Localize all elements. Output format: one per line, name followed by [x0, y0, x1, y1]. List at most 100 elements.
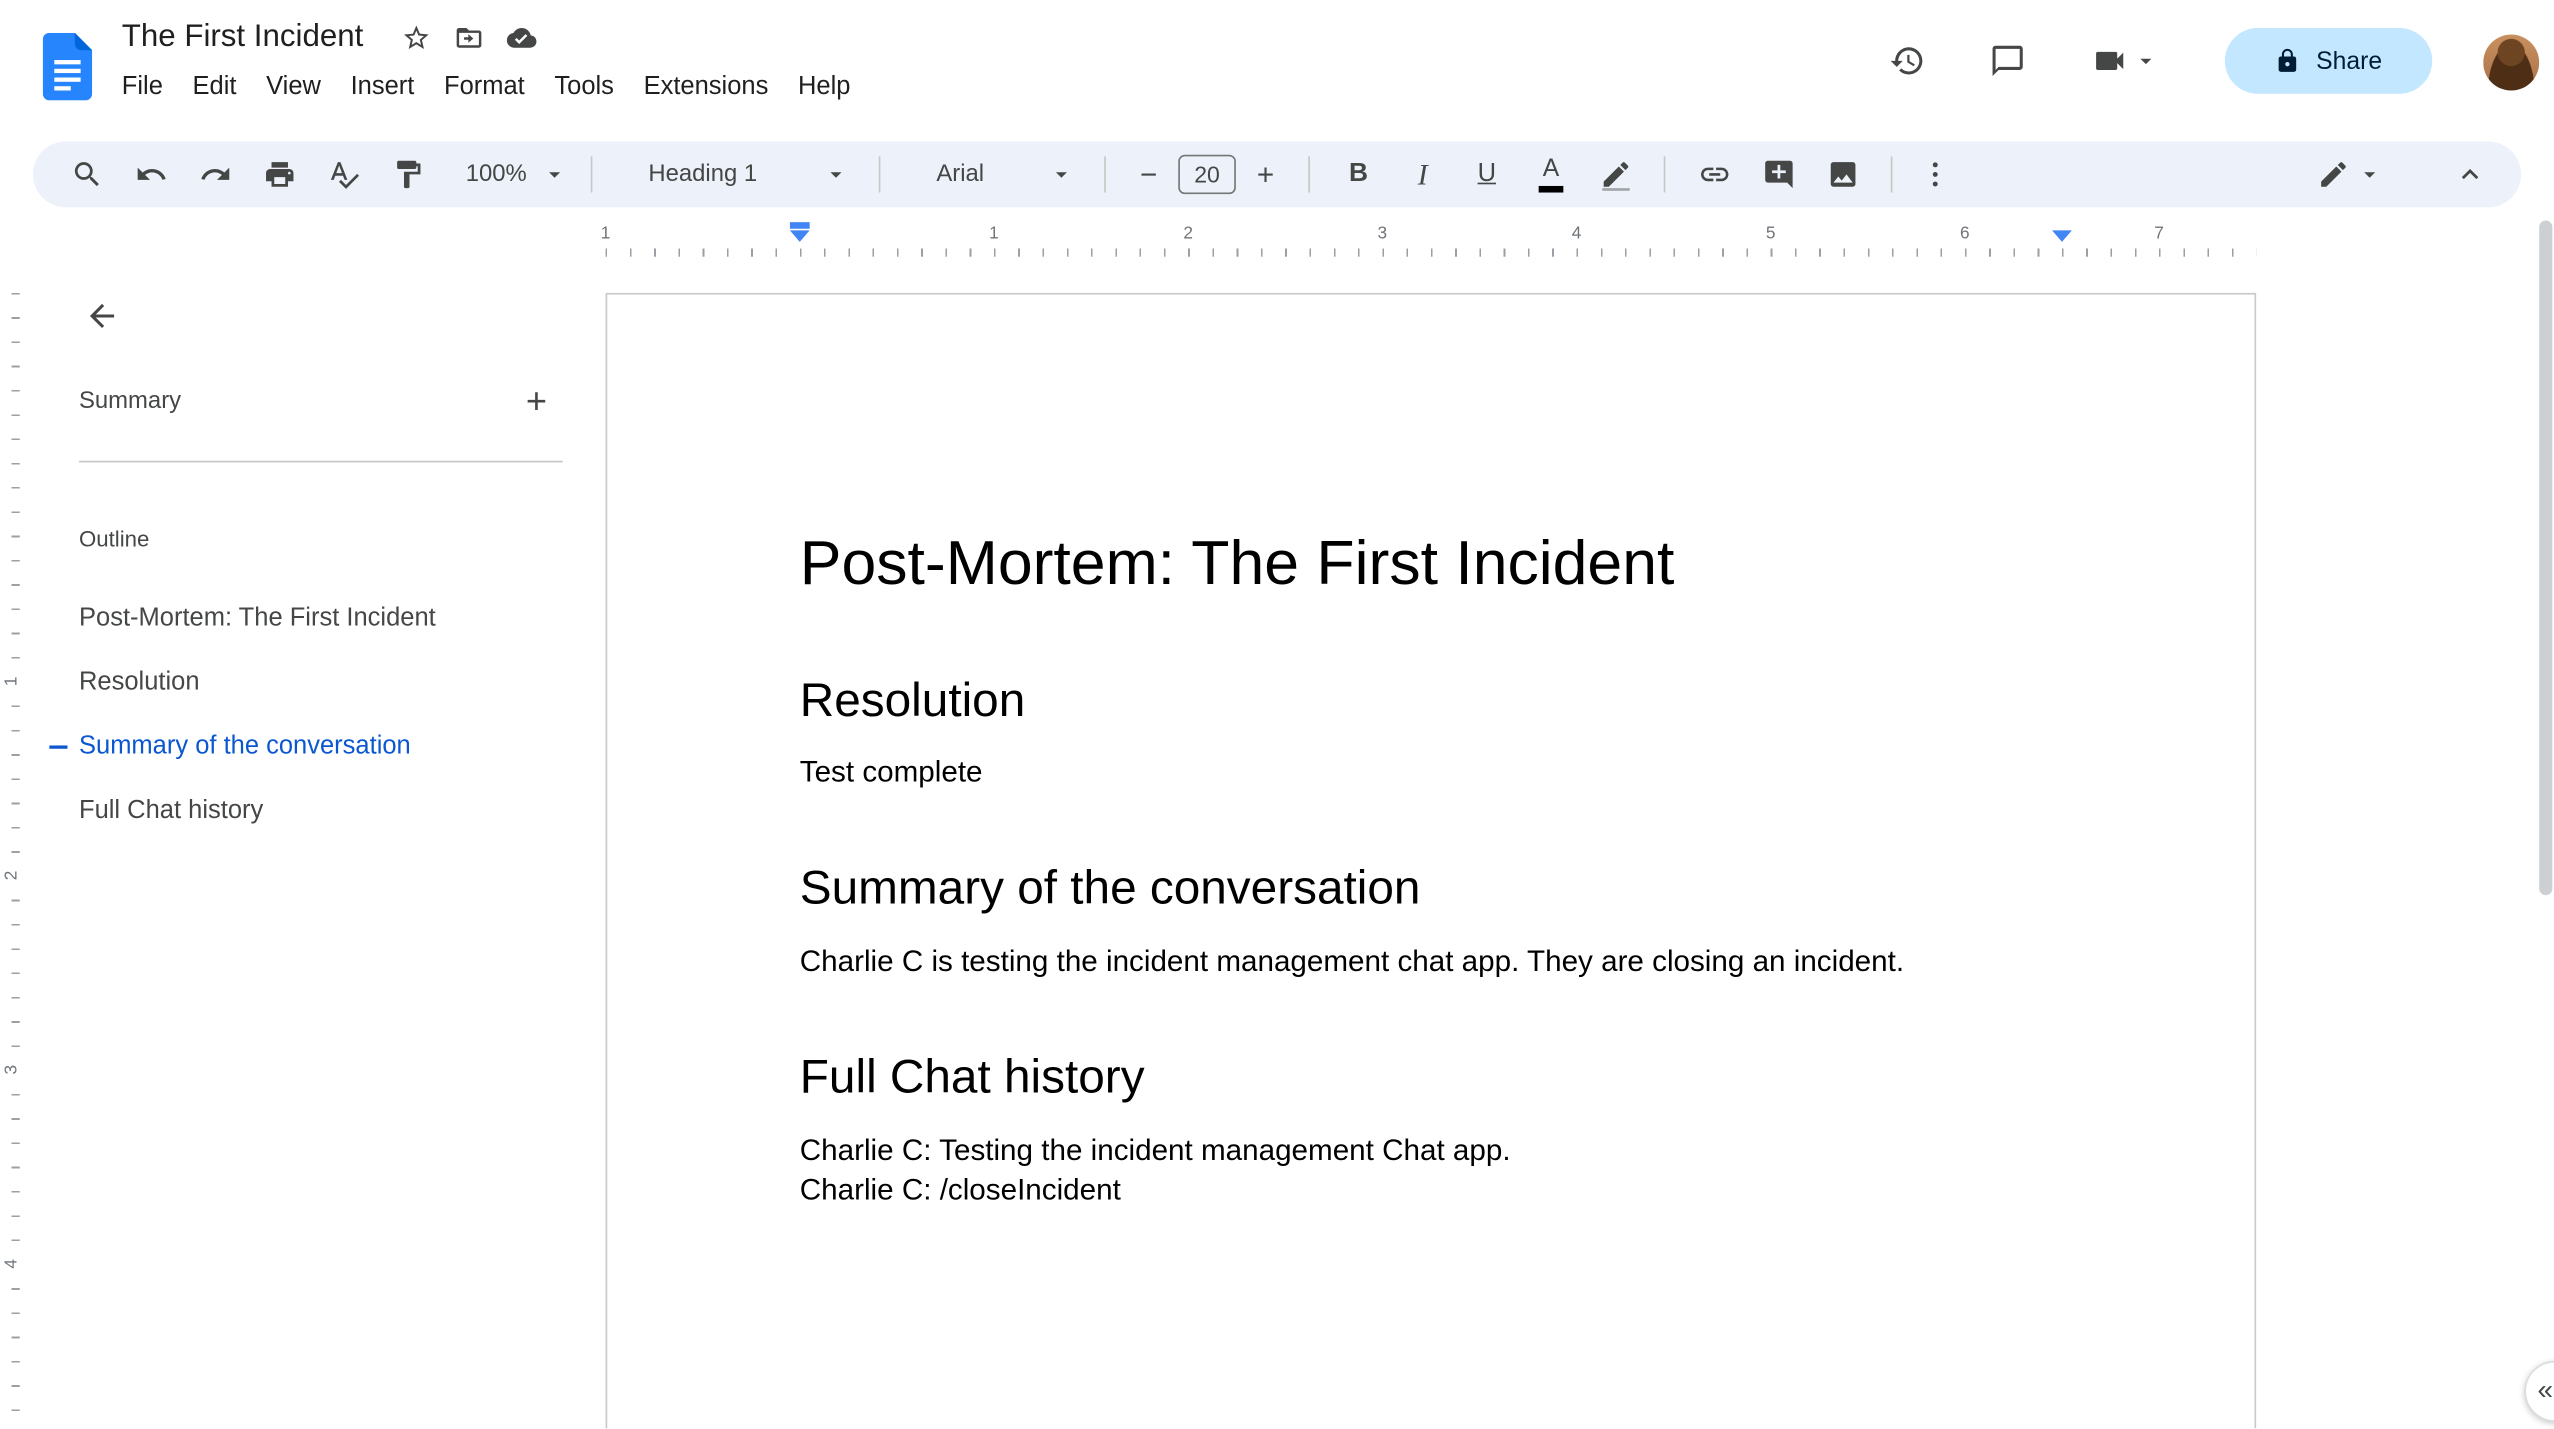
more-vertical-icon: [1932, 162, 1938, 187]
star-button[interactable]: [390, 12, 443, 65]
zoom-select[interactable]: 100%: [449, 151, 574, 197]
menu-item[interactable]: Insert: [336, 64, 429, 108]
document-page[interactable]: Post-Mortem: The First Incident Resoluti…: [605, 292, 2257, 1429]
summary-row: Summary +: [79, 378, 560, 424]
outline-item[interactable]: Full Chat history: [79, 778, 563, 842]
document-title[interactable]: The First Incident: [115, 16, 370, 59]
ruler-inch-label: 1: [600, 223, 611, 244]
more-toolbar-options-button[interactable]: [1909, 150, 1962, 199]
menu-item[interactable]: File: [107, 64, 178, 108]
outline-heading: Outline: [78, 526, 150, 552]
menu-item[interactable]: Format: [429, 64, 539, 108]
version-history-button[interactable]: [1868, 21, 1947, 100]
text-color-icon: A: [1538, 156, 1564, 193]
outline-list: Post-Mortem: The First Incident Resoluti…: [49, 586, 563, 843]
bold-button[interactable]: B: [1326, 150, 1390, 199]
add-summary-button[interactable]: +: [513, 378, 559, 424]
search-menus-button[interactable]: [54, 150, 118, 199]
toolbar-divider: [590, 156, 593, 193]
spelling-grammar-check-button[interactable]: [311, 150, 375, 199]
paragraph-style-select[interactable]: Heading 1: [622, 151, 862, 197]
toolbar-divider: [1890, 156, 1893, 193]
chevron-down-icon: [2139, 58, 2151, 65]
share-button-label: Share: [2316, 46, 2383, 75]
right-indent-marker[interactable]: [2052, 230, 2072, 242]
document-text-block[interactable]: Post-Mortem: The First Incident: [800, 528, 2062, 603]
share-button[interactable]: Share: [2224, 27, 2433, 94]
join-call-button[interactable]: [2064, 21, 2186, 100]
move-to-folder-button[interactable]: [442, 12, 495, 65]
font-family-select[interactable]: Arial: [910, 151, 1088, 197]
toolbar-divider: [1104, 156, 1106, 193]
increase-font-size-button[interactable]: +: [1239, 150, 1292, 199]
ruler-inch-label: 7: [2154, 223, 2164, 244]
document-text-block[interactable]: Summary of the conversation: [800, 861, 2062, 918]
vertical-scrollbar[interactable]: [2539, 220, 2553, 896]
document-text-block[interactable]: Charlie C is testing the incident manage…: [800, 942, 2062, 981]
print-icon: [265, 162, 293, 187]
spellcheck-icon: [330, 162, 359, 189]
insert-link-button[interactable]: [1682, 150, 1746, 199]
docs-logo-icon[interactable]: [42, 32, 93, 101]
menu-item[interactable]: Help: [783, 64, 865, 108]
left-indent-triangle[interactable]: [789, 230, 810, 242]
hide-menus-button[interactable]: [2437, 150, 2501, 199]
title-area: The First Incident File Edit View Insert…: [122, 13, 865, 108]
current-text-color-swatch: [1538, 185, 1564, 193]
underline-button[interactable]: U: [1455, 150, 1519, 199]
document-workspace: 1 2 3 4 Summary + Outline Post-Mortem: The …: [0, 263, 2554, 1429]
menu-item[interactable]: Extensions: [629, 64, 783, 108]
editing-mode-select[interactable]: [2299, 151, 2401, 197]
outline-item[interactable]: Post-Mortem: The First Incident: [79, 586, 563, 650]
insert-image-button[interactable]: [1810, 150, 1874, 199]
search-icon: [74, 162, 99, 187]
user-avatar[interactable]: [2483, 34, 2540, 91]
pen-icon: [2321, 162, 2346, 187]
zoom-value: 100%: [465, 161, 527, 188]
outline-item-label: Resolution: [78, 668, 200, 697]
toolbar: 100% Heading 1 Arial − + B I U: [32, 141, 2522, 208]
document-status-button[interactable]: [495, 12, 548, 65]
chevron-down-icon: [830, 172, 842, 178]
font-size-input[interactable]: [1178, 154, 1236, 195]
paint-roller-icon: [396, 160, 420, 189]
close-outline-panel-button[interactable]: [72, 286, 131, 345]
outline-item[interactable]: Resolution: [79, 650, 563, 714]
undo-icon: [136, 167, 165, 180]
menu-bar: File Edit View Insert Format Tools Exten…: [107, 64, 865, 108]
menu-item[interactable]: Tools: [540, 64, 629, 108]
redo-button[interactable]: [183, 150, 247, 199]
chevron-down-icon: [1055, 172, 1067, 178]
ruler-inch-label: 2: [1183, 223, 1193, 244]
menu-item[interactable]: View: [251, 64, 335, 108]
comments-button[interactable]: [1968, 21, 2047, 100]
document-text-block[interactable]: Charlie C: /closeIncident: [800, 1170, 2062, 1209]
text-color-button[interactable]: A: [1519, 150, 1583, 199]
highlighter-icon: [1601, 162, 1629, 191]
paint-format-button[interactable]: [375, 150, 439, 199]
outline-item[interactable]: Summary of the conversation: [49, 714, 563, 778]
ruler-inch-label: 4: [1571, 223, 1582, 244]
ruler-inch-label: 1: [989, 223, 999, 244]
outline-item-label: Full Chat history: [78, 796, 264, 825]
left-indent-marker[interactable]: [789, 222, 810, 242]
menu-item[interactable]: Edit: [178, 64, 252, 108]
print-button[interactable]: [247, 150, 311, 199]
first-line-indent-marker[interactable]: [789, 222, 810, 229]
italic-icon: I: [1417, 157, 1428, 191]
add-comment-button[interactable]: [1746, 150, 1810, 199]
top-bar: The First Incident File Edit View Insert…: [0, 0, 2554, 142]
current-position-indicator: [49, 744, 68, 748]
document-text-block[interactable]: Test complete: [800, 753, 2062, 792]
document-text-block[interactable]: Full Chat history: [800, 1050, 2062, 1107]
toolbar-divider: [1308, 156, 1310, 193]
decrease-font-size-button[interactable]: −: [1122, 150, 1175, 199]
italic-button[interactable]: I: [1391, 150, 1455, 199]
undo-button[interactable]: [118, 150, 182, 199]
collapse-side-panel-button[interactable]: «: [2524, 1360, 2554, 1422]
vertical-ruler[interactable]: 1 2 3 4: [0, 263, 33, 1429]
document-text-block[interactable]: Resolution: [800, 672, 2062, 729]
horizontal-ruler[interactable]: 1 1 2 3 4 5 6 7: [0, 218, 2554, 264]
document-text-block[interactable]: Charlie C: Testing the incident manageme…: [800, 1131, 2062, 1170]
highlight-color-button[interactable]: [1583, 150, 1647, 199]
